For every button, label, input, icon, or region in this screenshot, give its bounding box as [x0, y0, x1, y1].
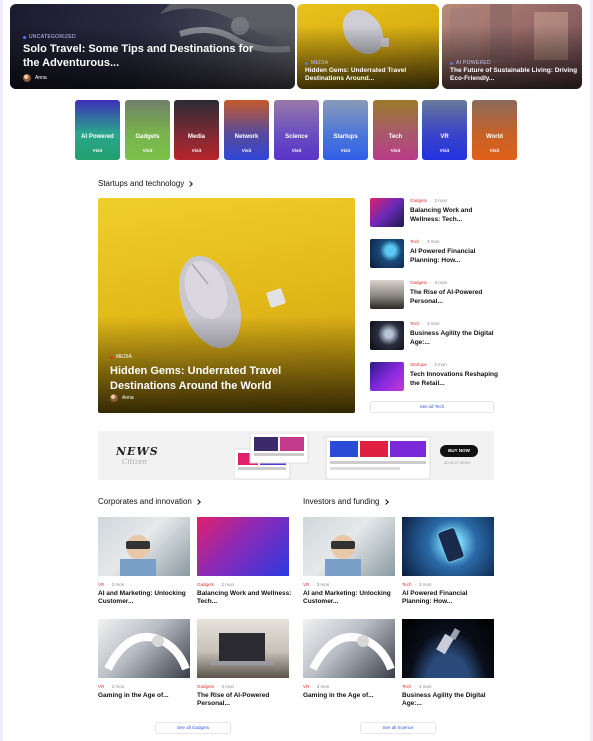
category-visit-link[interactable]: Visit	[75, 148, 120, 153]
section-title: Startups and technology	[98, 179, 185, 188]
category-visit-link[interactable]: Visit	[323, 148, 368, 153]
category-label: Media	[187, 134, 205, 140]
section-title: Corporates and innovation	[98, 497, 192, 506]
side-list-item[interactable]: Gadgets · 3 mon The Rise of AI-Powered Per…	[370, 280, 500, 318]
category-label: VR	[440, 134, 449, 140]
hero-author[interactable]: Anna	[23, 74, 47, 82]
category-tile-gadgets[interactable]: Gadgets Visit	[125, 100, 170, 160]
side-list-item[interactable]: Gadgets · 2 mon Balancing Work and Wellnes…	[370, 198, 500, 236]
laptop-image	[197, 619, 289, 678]
gradient-devices-image	[197, 517, 289, 576]
hero-category[interactable]: AI Powered	[450, 60, 491, 66]
category-tile-world[interactable]: World Visit	[472, 100, 517, 160]
hero-title[interactable]: Solo Travel: Some Tips and Destinations …	[23, 42, 263, 71]
hero-card-solo-travel[interactable]: Uncategorized Solo Travel: Some Tips and…	[10, 4, 295, 89]
chevron-right-icon	[187, 180, 194, 187]
section-heading-startups[interactable]: Startups and technology	[98, 179, 194, 188]
author-avatar	[110, 394, 118, 402]
section-title: Investors and funding	[303, 497, 380, 506]
category-label: Startups	[333, 134, 358, 140]
featured-card[interactable]: Media Hidden Gems: Underrated Travel Des…	[98, 198, 355, 413]
ad-logo-script: Citizen	[122, 458, 147, 466]
hero-card-sustainable-living[interactable]: AI Powered The Future of Sustainable Liv…	[442, 4, 582, 89]
ad-small-text: AD SLOT DEMO	[444, 461, 471, 465]
thumbnail-image	[370, 198, 404, 227]
chevron-right-icon	[382, 498, 389, 505]
thumbnail-image	[370, 362, 404, 391]
category-tile-science[interactable]: Science Visit	[274, 100, 319, 160]
hero-category[interactable]: Media	[305, 60, 328, 66]
side-list-item[interactable]: Tech · 3 mon Business Agility the Digital …	[370, 321, 500, 359]
ad-screens-image	[234, 433, 431, 480]
see-all-science-button[interactable]: See all Science	[360, 722, 436, 734]
category-label: Tech	[388, 134, 403, 140]
hero-card-hidden-gems[interactable]: Media Hidden Gems: Underrated Travel Des…	[297, 4, 439, 89]
category-tile-network[interactable]: Network Visit	[224, 100, 269, 160]
robot-arm-image	[303, 619, 395, 678]
category-label: Network	[234, 134, 259, 140]
category-visit-link[interactable]: Visit	[125, 148, 170, 153]
category-label: Science	[285, 134, 308, 140]
thumbnail-image	[370, 321, 404, 350]
author-name: Anna	[35, 75, 47, 81]
vr-child-image	[303, 517, 395, 576]
category-visit-link[interactable]: Visit	[174, 148, 219, 153]
category-tile-media[interactable]: Media Visit	[174, 100, 219, 160]
featured-author[interactable]: Anna	[110, 394, 134, 402]
category-visit-link[interactable]: Visit	[224, 148, 269, 153]
category-tile-vr[interactable]: VR Visit	[422, 100, 467, 160]
phone-hand-image	[402, 517, 494, 576]
robot-arm-image	[98, 619, 190, 678]
thumbnail-image	[370, 239, 404, 268]
category-tile-ai-powered[interactable]: AI Powered Visit	[75, 100, 120, 160]
hero-title[interactable]: Hidden Gems: Underrated Travel Destinati…	[305, 67, 433, 84]
ad-banner[interactable]: NEWS Citizen BUY NOW AD SLOT DEMO	[98, 431, 494, 480]
see-all-tech-button[interactable]: See all Tech	[370, 401, 494, 413]
ad-logo: NEWS	[116, 445, 159, 458]
section-heading-corporates[interactable]: Corporates and innovation	[98, 497, 201, 506]
side-list-item[interactable]: Tech · 3 mon AI Powered Financial Planning…	[370, 239, 500, 277]
section-heading-investors[interactable]: Investors and funding	[303, 497, 389, 506]
category-visit-link[interactable]: Visit	[472, 148, 517, 153]
vr-child-image	[98, 517, 190, 576]
category-visit-link[interactable]: Visit	[274, 148, 319, 153]
thumbnail-image	[370, 280, 404, 309]
category-label: World	[486, 134, 503, 140]
author-avatar	[23, 74, 31, 82]
category-tile-startups[interactable]: Startups Visit	[323, 100, 368, 160]
category-label: Gadgets	[135, 134, 160, 140]
featured-title[interactable]: Hidden Gems: Underrated Travel Destinati…	[110, 364, 330, 394]
side-list-item[interactable]: Startups · 4 mon Tech Innovations Reshapin…	[370, 362, 500, 400]
category-label: AI Powered	[81, 134, 114, 140]
chevron-right-icon	[195, 498, 201, 505]
space-station-image	[402, 619, 494, 678]
hero-category[interactable]: Uncategorized	[23, 34, 76, 40]
buy-now-button[interactable]: BUY NOW	[440, 445, 478, 457]
featured-category[interactable]: Media	[110, 354, 132, 360]
page: Uncategorized Solo Travel: Some Tips and…	[3, 0, 590, 741]
see-all-gadgets-button[interactable]: See all Gadgets	[155, 722, 231, 734]
category-tile-tech[interactable]: Tech Visit	[373, 100, 418, 160]
category-visit-link[interactable]: Visit	[422, 148, 467, 153]
category-visit-link[interactable]: Visit	[373, 148, 418, 153]
hero-title[interactable]: The Future of Sustainable Living: Drivin…	[450, 67, 578, 84]
